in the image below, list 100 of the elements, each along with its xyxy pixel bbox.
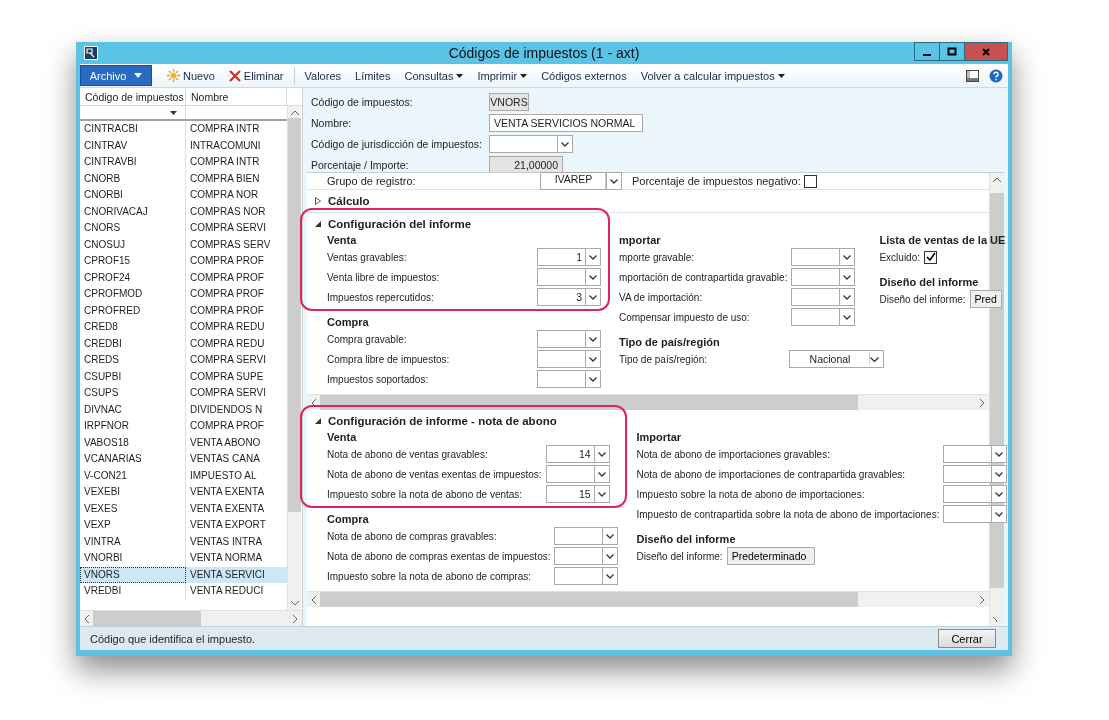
combo-box[interactable] [537, 370, 601, 388]
list-row[interactable]: CSUPS COMPRA SERVI [80, 385, 287, 402]
list-row[interactable]: CNORIVACAJ COMPRAS NOR [80, 203, 287, 220]
scrollbar[interactable] [307, 394, 989, 410]
combo-box[interactable] [791, 248, 856, 266]
list-row[interactable]: IRPFNOR COMPRA PROF [80, 418, 287, 435]
menu-button[interactable]: Volver a calcular impuestos [633, 65, 792, 86]
list-row[interactable]: CREDBI COMPRA REDU [80, 335, 287, 352]
toolbar-button[interactable]: Valores [297, 65, 348, 86]
expand-icon[interactable] [315, 196, 321, 205]
list-row[interactable]: CSUPBI COMPRA SUPE [80, 368, 287, 385]
report-design-button[interactable]: Predeterminado [726, 547, 815, 565]
section-title[interactable]: Configuración de informe - nota de abono [328, 414, 557, 427]
section-title[interactable]: Configuración del informe [328, 217, 472, 230]
list-row[interactable]: VCANARIAS VENTAS CANA [80, 451, 287, 468]
combo-box[interactable] [545, 465, 610, 483]
delete-button[interactable]: Eliminar [221, 65, 291, 86]
menu-button[interactable]: Imprimir [470, 65, 535, 86]
list-row[interactable]: CPROF15 COMPRA PROF [80, 253, 287, 270]
file-menu-button[interactable]: Archivo [80, 65, 152, 86]
toolbar-button[interactable]: Límites [348, 65, 398, 86]
combo-box[interactable] [943, 485, 1008, 503]
new-button[interactable]: Nuevo [160, 65, 222, 86]
section-title[interactable]: Cálculo [328, 194, 370, 207]
scrollbar[interactable] [287, 106, 301, 610]
list-row[interactable]: CNORB COMPRA BIEN [80, 170, 287, 187]
report-design-button[interactable]: Pred [969, 290, 1002, 308]
combo-box[interactable] [554, 547, 619, 565]
input-field[interactable]: VENTA SERVICIOS NORMAL [489, 114, 643, 132]
combo-box[interactable]: 14 [545, 445, 610, 463]
table-cell: V-CON21 [80, 467, 186, 484]
chevron-down-icon [597, 451, 606, 457]
combo-box[interactable] [943, 465, 1008, 483]
scroll-thumb[interactable] [93, 611, 201, 626]
combo-box[interactable] [943, 445, 1008, 463]
list-row[interactable]: VNORS VENTA SERVICI [80, 566, 287, 583]
close-button[interactable] [964, 42, 1008, 61]
field-label: Grupo de registro: [327, 175, 417, 187]
list-row[interactable]: CPROFRED COMPRA PROF [80, 302, 287, 319]
group-heading: Venta [327, 233, 358, 248]
menu-button[interactable]: Consultas [397, 65, 471, 86]
close-dialog-button[interactable]: Cerrar [938, 629, 996, 648]
combo-box[interactable] [943, 505, 1008, 523]
list-row[interactable]: VEXES VENTA EXENTA [80, 500, 287, 517]
code-field[interactable]: VNORS [489, 93, 529, 111]
scrollbar[interactable] [307, 591, 989, 607]
collapse-icon[interactable] [315, 417, 321, 424]
list-row[interactable]: VINTRA VENTAS INTRA [80, 533, 287, 550]
minimize-button[interactable] [914, 42, 940, 61]
list-row[interactable]: CNOSUJ COMPRAS SERV [80, 236, 287, 253]
column-header[interactable]: Nombre [186, 88, 287, 105]
caret-icon [456, 73, 464, 78]
list-row[interactable]: CINTRACBI COMPRA INTR [80, 121, 287, 138]
combo-box[interactable]: IVAREP [540, 172, 622, 190]
scroll-left-icon [84, 614, 89, 623]
table-cell: VEXEBI [80, 484, 186, 501]
scroll-left-icon [311, 398, 316, 407]
list-row[interactable]: CPROFMOD COMPRA PROF [80, 286, 287, 303]
list-row[interactable]: V-CON21 IMPUESTO AL [80, 467, 287, 484]
list-row[interactable]: CREDS COMPRA SERVI [80, 352, 287, 369]
field-label: Excluido: [879, 251, 920, 263]
list-row[interactable]: VREDBI VENTA REDUCI [80, 583, 287, 600]
combo-box[interactable] [554, 527, 619, 545]
combo-box[interactable]: 15 [545, 485, 610, 503]
table-cell-text: VENTA REDUCI [189, 584, 265, 599]
scroll-thumb[interactable] [288, 118, 301, 512]
combo-box[interactable] [791, 268, 856, 286]
table-cell: VNORBI [80, 550, 186, 567]
checkbox[interactable] [924, 250, 937, 264]
combo-box[interactable] [554, 567, 619, 585]
combo-box[interactable]: 1 [537, 248, 601, 266]
column-header[interactable]: Código de impuestos [80, 88, 186, 105]
list-row[interactable]: CRED8 COMPRA REDU [80, 319, 287, 336]
field-label: Diseño del informe: [879, 293, 966, 305]
maximize-button[interactable] [939, 42, 965, 61]
list-row[interactable]: CINTRAVBI COMPRA INTR [80, 154, 287, 171]
scroll-thumb[interactable] [320, 592, 858, 607]
combo-box[interactable] [537, 330, 601, 348]
list-row[interactable]: VEXP VENTA EXPORT [80, 517, 287, 534]
list-row[interactable]: CINTRAV INTRACOMUNI [80, 137, 287, 154]
checkbox[interactable] [803, 174, 817, 188]
list-row[interactable]: CNORBI COMPRA NOR [80, 187, 287, 204]
toolbar-button[interactable]: Códigos externos [534, 65, 634, 86]
list-row[interactable]: CNORS COMPRA SERVI [80, 220, 287, 237]
group-heading: Compra [327, 512, 370, 527]
combo-box[interactable] [791, 308, 856, 326]
dropdown[interactable]: Nacional [789, 350, 884, 368]
list-row[interactable]: VEXEBI VENTA EXENTA [80, 484, 287, 501]
scroll-thumb[interactable] [320, 395, 858, 410]
combo-box[interactable] [791, 288, 856, 306]
scrollbar[interactable] [80, 610, 302, 626]
combo-box[interactable] [489, 135, 573, 153]
combo-box[interactable]: 3 [537, 288, 601, 306]
combo-box[interactable] [537, 350, 601, 368]
list-row[interactable]: CPROF24 COMPRA PROF [80, 269, 287, 286]
list-row[interactable]: VNORBI VENTA NORMA [80, 550, 287, 567]
combo-box[interactable] [537, 268, 601, 286]
list-row[interactable]: VABOS18 VENTA ABONO [80, 434, 287, 451]
collapse-icon[interactable] [315, 220, 321, 227]
list-row[interactable]: DIVNAC DIVIDENDOS N [80, 401, 287, 418]
